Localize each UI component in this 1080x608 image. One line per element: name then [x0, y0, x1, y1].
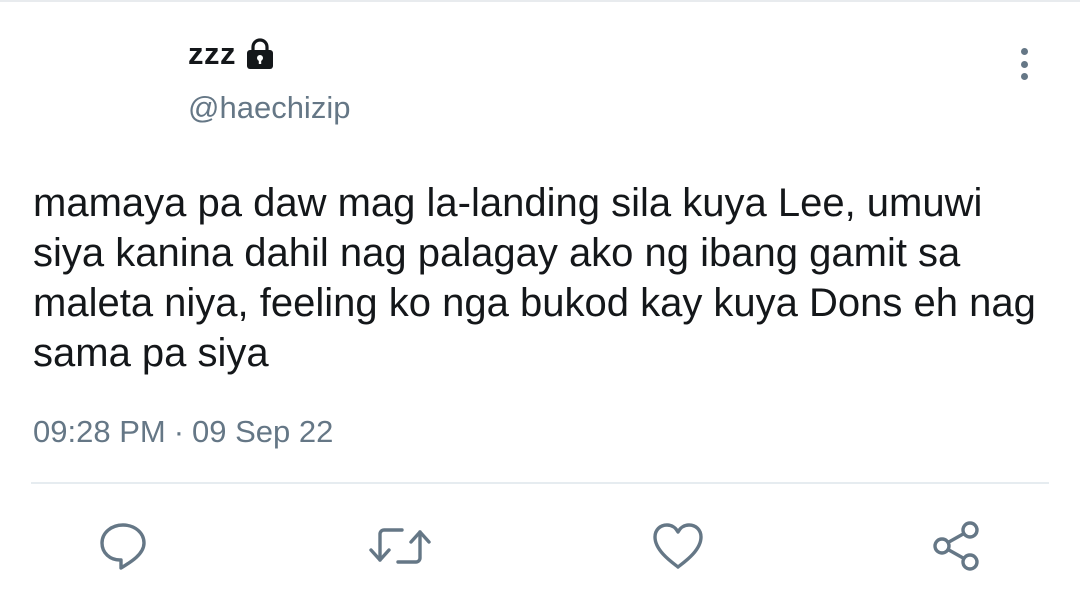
tweet-timestamp: 09:28 PM · 09 Sep 22	[33, 414, 333, 450]
more-vertical-icon-dot	[1020, 60, 1028, 68]
reply-icon	[97, 520, 149, 572]
retweet-button[interactable]	[368, 516, 432, 576]
name-row[interactable]: zzz	[188, 32, 350, 76]
tweet-date: 09 Sep 22	[192, 414, 334, 449]
tweet-time: 09:28 PM	[33, 414, 166, 449]
actions-divider	[31, 482, 1049, 484]
tweet-header: zzz @haechizip	[188, 32, 350, 126]
top-divider	[0, 0, 1080, 2]
tweet-text: mamaya pa daw mag la-landing sila kuya L…	[33, 181, 1036, 375]
retweet-icon	[368, 520, 432, 572]
user-handle[interactable]: @haechizip	[188, 90, 350, 126]
more-options-button[interactable]	[1006, 44, 1042, 84]
lock-icon	[244, 37, 276, 71]
like-button[interactable]	[648, 516, 708, 576]
reply-button[interactable]	[93, 516, 153, 576]
timestamp-separator: ·	[173, 414, 185, 449]
more-vertical-icon-dot	[1020, 73, 1028, 80]
heart-icon	[651, 521, 705, 571]
display-name[interactable]: zzz	[188, 36, 236, 72]
more-vertical-icon	[1020, 48, 1028, 55]
tweet-detail: zzz @haechizip mamaya pa daw mag la-land…	[0, 0, 1080, 608]
share-icon	[928, 519, 984, 573]
tweet-actions	[0, 516, 1080, 576]
share-button[interactable]	[926, 516, 986, 576]
